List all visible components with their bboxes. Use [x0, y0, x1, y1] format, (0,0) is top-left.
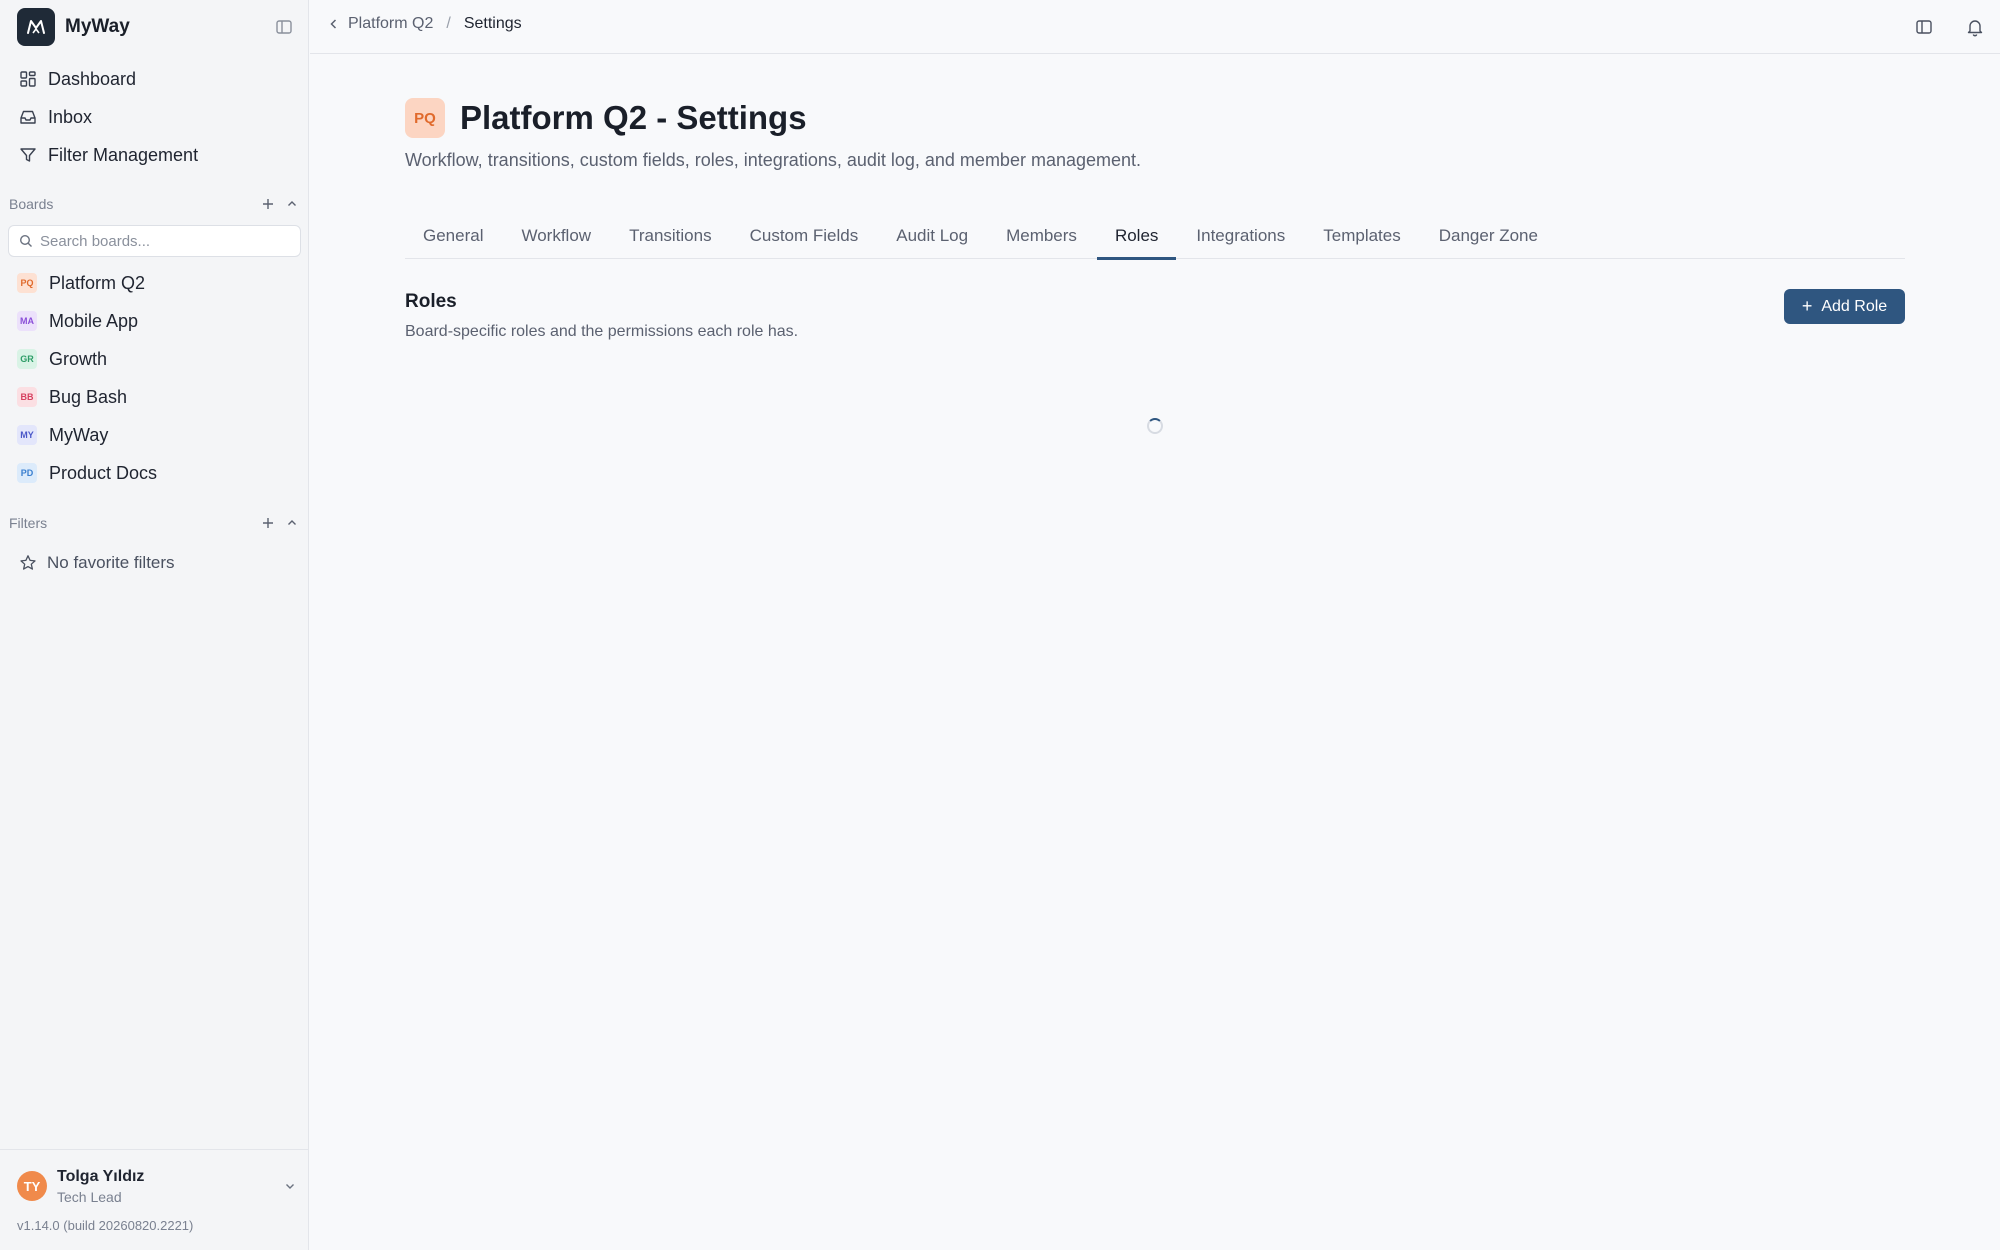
tab-audit-log[interactable]: Audit Log [878, 212, 986, 259]
user-role: Tech Lead [57, 1188, 122, 1205]
breadcrumb-separator: / [446, 15, 451, 32]
nav-item-dashboard[interactable]: Dashboard [8, 60, 301, 98]
nav-item-inbox[interactable]: Inbox [8, 98, 301, 136]
board-item-bug-bash[interactable]: BB Bug Bash [8, 378, 301, 416]
user-menu[interactable]: TY Tolga Yıldız Tech Lead [17, 1165, 297, 1207]
nav-label: Inbox [48, 106, 93, 127]
board-item-product-docs[interactable]: PD Product Docs [8, 454, 301, 492]
add-board-icon[interactable] [261, 197, 275, 211]
filters-empty-label: No favorite filters [47, 553, 175, 572]
main-nav: Dashboard Inbox Filter Management [8, 60, 301, 174]
bell-icon[interactable] [1965, 17, 1985, 37]
add-role-label: Add Role [1821, 297, 1888, 315]
roles-section-title: Roles [405, 291, 457, 312]
star-icon [20, 555, 36, 570]
plus-icon: + [1801, 296, 1813, 316]
breadcrumb-current: Settings [463, 15, 522, 32]
tab-general[interactable]: General [405, 212, 501, 259]
nav-label: Dashboard [48, 68, 137, 89]
board-badge: PD [17, 463, 37, 483]
chevron-up-icon[interactable] [285, 516, 299, 530]
board-item-platform-q2[interactable]: PQ Platform Q2 [8, 264, 301, 302]
nav-item-filter-management[interactable]: Filter Management [8, 136, 301, 174]
add-filter-icon[interactable] [261, 516, 275, 530]
board-label: Mobile App [49, 310, 139, 331]
myway-logo-icon [17, 8, 55, 46]
inbox-icon [20, 110, 36, 124]
board-item-myway[interactable]: MY MyWay [8, 416, 301, 454]
sidebar-collapse-icon[interactable] [274, 17, 294, 37]
boards-section-header: Boards [9, 194, 299, 214]
chevron-left-icon[interactable] [328, 17, 340, 31]
add-role-button[interactable]: + Add Role [1784, 289, 1905, 324]
board-badge: MY [17, 425, 37, 445]
roles-section-description: Board-specific roles and the permissions… [405, 323, 799, 340]
loading-spinner-icon [1147, 418, 1163, 434]
app-name: MyWay [65, 16, 130, 37]
breadcrumb-parent[interactable]: Platform Q2 [348, 15, 433, 33]
user-name: Tolga Yıldız [57, 1167, 145, 1185]
panel-toggle-icon[interactable] [1914, 17, 1934, 37]
tab-custom-fields[interactable]: Custom Fields [732, 212, 877, 259]
tab-transitions[interactable]: Transitions [611, 212, 730, 259]
board-badge: BB [17, 387, 37, 407]
board-label: MyWay [49, 424, 109, 445]
nav-label: Filter Management [48, 144, 199, 165]
user-panel: TY Tolga Yıldız Tech Lead v1.14.0 (build… [0, 1149, 309, 1250]
app-version: v1.14.0 (build 20260820.2221) [17, 1218, 194, 1233]
tab-roles[interactable]: Roles [1096, 212, 1177, 260]
filters-section-header: Filters [9, 513, 299, 533]
board-label: Product Docs [49, 462, 158, 483]
board-avatar: PQ [405, 98, 445, 138]
search-icon [19, 234, 32, 247]
topbar: Platform Q2 / Settings [310, 0, 2000, 54]
avatar: TY [17, 1171, 47, 1201]
tab-integrations[interactable]: Integrations [1178, 212, 1303, 259]
board-label: Bug Bash [49, 386, 128, 407]
boards-heading: Boards [9, 196, 54, 212]
sidebar: MyWay Dashboard Inbox Filter Management … [0, 0, 309, 1250]
board-search-input[interactable] [40, 232, 280, 250]
dashboard-icon [20, 71, 36, 87]
tab-templates[interactable]: Templates [1305, 212, 1418, 259]
board-label: Growth [49, 348, 108, 369]
board-list: PQ Platform Q2 MA Mobile App GR Growth B… [8, 264, 301, 492]
filter-icon [20, 148, 36, 162]
brand[interactable]: MyWay [17, 8, 130, 46]
page-title: Platform Q2 - Settings [460, 99, 807, 136]
chevron-down-icon[interactable] [283, 1179, 297, 1193]
settings-tabs: General Workflow Transitions Custom Fiel… [405, 212, 1905, 260]
favorite-filters-empty: No favorite filters [19, 550, 175, 576]
board-badge: PQ [17, 273, 37, 293]
board-item-growth[interactable]: GR Growth [8, 340, 301, 378]
page-header: PQ Platform Q2 - Settings [405, 98, 807, 138]
board-label: Platform Q2 [49, 272, 146, 293]
tab-members[interactable]: Members [988, 212, 1095, 259]
board-badge: MA [17, 311, 37, 331]
board-item-mobile-app[interactable]: MA Mobile App [8, 302, 301, 340]
filters-heading: Filters [9, 515, 48, 531]
page-subtitle: Workflow, transitions, custom fields, ro… [405, 150, 1142, 170]
chevron-up-icon[interactable] [285, 197, 299, 211]
board-badge: GR [17, 349, 37, 369]
tab-danger-zone[interactable]: Danger Zone [1421, 212, 1556, 259]
board-search[interactable] [8, 225, 301, 257]
breadcrumb: Platform Q2 / Settings [328, 15, 522, 33]
tab-workflow[interactable]: Workflow [503, 212, 609, 259]
